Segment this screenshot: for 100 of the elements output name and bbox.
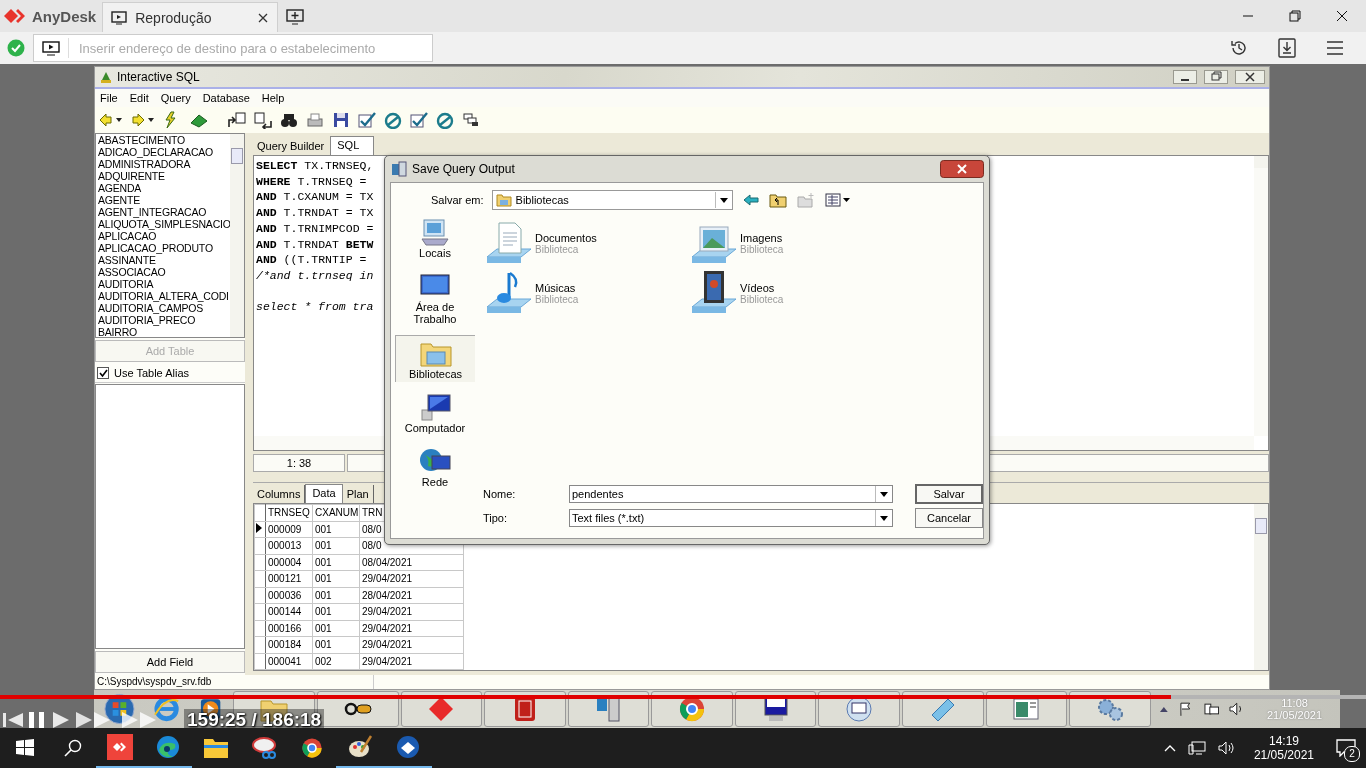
field-list[interactable] [95,384,245,649]
menu-item[interactable]: Edit [129,92,149,104]
cursor-position: 1: 38 [253,454,345,472]
minimize-button[interactable] [1173,70,1197,84]
new-tab-icon[interactable] [286,9,305,25]
download-icon[interactable] [1278,38,1296,58]
library-item[interactable]: Vídeos Biblioteca [690,269,890,317]
close-icon[interactable] [257,11,270,24]
folder-icon [495,193,512,207]
row-indicator[interactable] [254,554,266,571]
up-folder-icon[interactable] [768,192,787,208]
network-icon[interactable] [1187,740,1206,756]
place-item[interactable]: Locais [395,215,475,261]
location-dropdown[interactable]: Bibliotecas [491,190,733,210]
address-field[interactable]: Inserir endereço de destino para o estabelecimento [33,34,433,62]
table-list[interactable] [95,133,245,338]
cancel-icon[interactable] [383,111,403,129]
search-icon[interactable] [64,739,82,757]
restore-icon[interactable] [1289,10,1301,22]
restore-button[interactable] [1204,70,1228,84]
add-field-button[interactable]: Add Field [95,651,245,673]
view-menu-icon[interactable] [824,193,851,207]
place-item[interactable]: Bibliotecas [395,335,475,382]
row-indicator[interactable] [254,636,266,653]
library-item[interactable]: Documentos Biblioteca [485,219,685,267]
table-item[interactable]: AGENDA [98,182,230,194]
previous-query-button[interactable] [99,112,125,128]
table-item[interactable]: AUDITORIA_CAMPOS [98,302,230,314]
library-item[interactable]: Imagens Biblioteca [690,219,890,267]
row-indicator[interactable] [254,570,266,587]
previous-icon[interactable] [2,711,24,728]
close-button[interactable] [1235,70,1265,84]
checkbox[interactable] [97,367,109,379]
column-header[interactable]: CXANUM [312,504,360,521]
close-icon[interactable] [1336,10,1348,22]
menu-item[interactable]: File [100,92,118,104]
back-arrow-icon[interactable] [742,193,759,207]
table-item[interactable]: ADMINISTRADORA [98,158,230,170]
table-cell: 29/04/2021 [359,603,464,620]
file-type-dropdown[interactable]: Text files (*.txt) [569,509,893,527]
check-icon [98,368,108,378]
windows-icon[interactable] [461,111,481,129]
save-button[interactable]: Salvar [915,484,983,504]
table-cell: 001 [312,636,360,653]
export-icon[interactable] [227,111,247,129]
notification-button[interactable]: 2 [1326,728,1366,768]
cancel-button[interactable]: Cancelar [915,508,983,528]
import-icon[interactable] [253,111,273,129]
table-item[interactable]: ASSINANTE [98,254,230,266]
table-item[interactable]: AUDITORIA_PRECO [98,314,230,326]
table-item[interactable]: AGENT_INTEGRACAO [98,206,230,218]
place-item[interactable]: Rede [395,444,475,490]
table-item[interactable]: APLICACAO [98,230,230,242]
table-item[interactable]: ADICAO_DECLARACAO [98,146,230,158]
table-item[interactable]: AUDITORIA [98,278,230,290]
table-item[interactable]: ALIQUOTA_SIMPLESNACIO [98,218,230,230]
result-tab[interactable]: Data [305,484,343,503]
check-icon[interactable] [357,111,377,129]
windows-start-icon[interactable] [16,739,34,757]
close-button[interactable] [940,160,984,178]
table-item[interactable]: BAIRRO [98,326,230,337]
menu-item[interactable]: Query [160,92,191,104]
table-item[interactable]: AGENTE [98,194,230,206]
check-icon[interactable] [409,111,429,129]
table-cell: 000144 [265,603,313,620]
table-item[interactable]: ABASTECIMENTO [98,134,230,146]
table-item[interactable]: APLICACAO_PRODUTO [98,242,230,254]
binoculars-icon[interactable] [279,111,299,129]
row-indicator[interactable] [254,537,266,554]
next-query-button[interactable] [131,112,157,128]
table-cell: 001 [312,521,360,538]
row-indicator[interactable] [254,603,266,620]
volume-icon[interactable] [1217,740,1236,756]
address-input[interactable]: Inserir endereço de destino para o estabelecimento [77,39,432,57]
row-indicator[interactable] [254,653,266,670]
network-icon[interactable] [1203,701,1220,717]
menu-item[interactable]: Help [261,92,285,104]
editor-tab[interactable]: Query Builder [253,137,329,155]
library-item[interactable]: Músicas Biblioteca [485,269,685,317]
column-header[interactable]: TRNSEQ [265,504,313,521]
table-item[interactable]: ADQUIRENTE [98,170,230,182]
menu-item[interactable]: Database [202,92,250,104]
current-row-indicator[interactable] [254,521,266,538]
place-item[interactable]: Computador [395,390,475,436]
row-indicator[interactable] [254,620,266,637]
table-item[interactable]: AUDITORIA_ALTERA_CODI [98,290,230,302]
table-cell: 000036 [265,587,313,604]
printer-icon[interactable] [305,111,325,129]
row-indicator[interactable] [254,587,266,604]
scrollbar[interactable] [1254,156,1268,436]
menu-icon[interactable] [1326,40,1344,56]
history-icon[interactable] [1230,39,1248,57]
file-name-field[interactable]: pendentes [569,485,893,503]
editor-tab[interactable]: SQL [330,136,375,155]
place-item[interactable]: Área de Trabalho [395,269,475,327]
library-name: Imagens [740,231,784,244]
cancel-icon[interactable] [435,111,455,129]
table-cell: 001 [312,603,360,620]
table-item[interactable]: ASSOCIACAO [98,266,230,278]
session-tab[interactable]: Reprodução [102,2,279,32]
